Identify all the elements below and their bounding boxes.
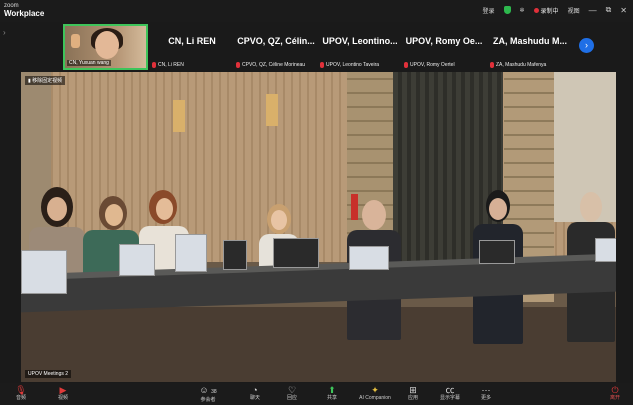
cc-icon: ㏄ bbox=[445, 385, 455, 395]
participant-tile[interactable]: ZA, Mashudu M... ZA, Mashudu Mafenya bbox=[488, 24, 572, 70]
self-name: CN, Yuxuan wang bbox=[67, 60, 111, 66]
zoom-logo: zoom Workplace bbox=[4, 2, 44, 18]
main-video-stage[interactable]: ▮ 移除固定视频 UPOV Meetings 2 bbox=[21, 72, 616, 382]
chat-icon: ◔ bbox=[252, 385, 258, 395]
view-button[interactable]: 视图 bbox=[568, 6, 580, 15]
participants-button[interactable]: ☺ 38 参会者 bbox=[193, 385, 223, 404]
participant-tile[interactable]: CPVO, QZ, Célin... CPVO, QZ, Céline Mori… bbox=[234, 24, 318, 70]
participant-name-row: CPVO, QZ, Céline Morineau bbox=[236, 62, 305, 68]
laptop bbox=[119, 244, 155, 276]
participant-name: UPOV, Leontino Taveira bbox=[326, 62, 380, 68]
mic-off-icon bbox=[404, 62, 408, 68]
sidebar-toggle-icon[interactable]: › bbox=[3, 28, 6, 37]
laptop bbox=[595, 238, 616, 262]
laptop bbox=[273, 238, 319, 268]
unpin-video-label[interactable]: ▮ 移除固定视频 bbox=[25, 76, 66, 85]
meeting-toolbar: 🎙 音频 ▶ 视频 ☺ 38 参会者 ◔ 聊天 ♡ 回应 ⬆ 共享 ✦ AI C… bbox=[0, 383, 633, 405]
participants-label: 参会者 bbox=[200, 397, 216, 403]
ai-companion-label: AI Companion bbox=[359, 395, 391, 401]
raised-hand bbox=[71, 34, 80, 48]
apps-label: 应用 bbox=[407, 395, 418, 401]
chevron-right-icon[interactable]: › bbox=[579, 38, 594, 53]
more-button[interactable]: ⋯ 更多 bbox=[471, 385, 501, 402]
fire-extinguisher bbox=[351, 194, 358, 220]
participant-tile[interactable]: UPOV, Leontino... UPOV, Leontino Taveira bbox=[318, 24, 402, 70]
participant-tile[interactable]: CN, Li REN CN, Li REN bbox=[150, 24, 234, 70]
participant-name: UPOV, Romy Oertel bbox=[410, 62, 455, 68]
audio-label: 音频 bbox=[15, 395, 26, 401]
participant-count: 38 bbox=[211, 389, 217, 395]
apps-icon: ⊞ bbox=[409, 385, 417, 395]
signin-button[interactable]: 登录 bbox=[483, 6, 495, 15]
video-button[interactable]: ▶ 视频 bbox=[48, 385, 78, 402]
mic-off-icon bbox=[490, 62, 494, 68]
audio-button[interactable]: 🎙 音频 bbox=[6, 385, 36, 402]
self-face bbox=[95, 31, 119, 59]
react-label: 回应 bbox=[286, 395, 297, 401]
recording-label: 录制中 bbox=[540, 8, 559, 15]
participant-name: ZA, Mashudu Mafenya bbox=[496, 62, 547, 68]
close-button[interactable]: ✕ bbox=[620, 6, 627, 15]
captions-button[interactable]: ㏄ 显示字幕 bbox=[435, 385, 465, 402]
sparkle-icon: ✦ bbox=[371, 385, 379, 395]
share-label: 共享 bbox=[326, 395, 337, 401]
mic-off-icon bbox=[236, 62, 240, 68]
share-icon: ⬆ bbox=[328, 385, 336, 395]
participant-name-row: UPOV, Romy Oertel bbox=[404, 62, 455, 68]
heart-icon: ♡ bbox=[287, 385, 297, 395]
ai-companion-button[interactable]: ✦ AI Companion bbox=[355, 385, 395, 402]
more-label: 更多 bbox=[480, 395, 491, 401]
mic-off-icon bbox=[320, 62, 324, 68]
participant-display-name: CN, Li REN bbox=[168, 36, 216, 46]
participant-name-row: UPOV, Leontino Taveira bbox=[320, 62, 379, 68]
participant-name: CPVO, QZ, Céline Morineau bbox=[242, 62, 306, 68]
laptop bbox=[175, 234, 207, 272]
leave-button[interactable]: ⏻ 离开 bbox=[600, 385, 630, 402]
people-icon: ☺ 38 bbox=[199, 385, 217, 395]
participant-strip: › CN, Yuxuan wang CN, Li REN CN, Li REN … bbox=[0, 22, 633, 72]
leave-label: 离开 bbox=[609, 395, 620, 401]
minimize-button[interactable]: — bbox=[589, 6, 597, 15]
floor bbox=[21, 307, 616, 382]
mic-off-icon bbox=[152, 62, 156, 68]
participant-display-name: UPOV, Leontino... bbox=[322, 36, 398, 46]
laptop bbox=[349, 246, 389, 270]
share-button[interactable]: ⬆ 共享 bbox=[317, 385, 347, 402]
mic-off-icon: 🎙 bbox=[15, 385, 27, 395]
stage-speaker-name: UPOV Meetings 2 bbox=[25, 370, 72, 378]
participant-name-row: ZA, Mashudu Mafenya bbox=[490, 62, 546, 68]
laptop bbox=[21, 250, 67, 294]
participant-display-name: CPVO, QZ, Célin... bbox=[237, 36, 315, 46]
wall-lamp bbox=[173, 100, 185, 132]
captions-label: 显示字幕 bbox=[439, 395, 460, 401]
participant-display-name: UPOV, Romy Oe... bbox=[405, 36, 483, 46]
shield-icon[interactable] bbox=[503, 6, 511, 14]
leave-icon: ⏻ bbox=[611, 385, 619, 395]
chat-button[interactable]: ◔ 聊天 bbox=[240, 385, 270, 402]
camera-off-icon: ▶ bbox=[59, 385, 67, 395]
apps-button[interactable]: ⊞ 应用 bbox=[398, 385, 428, 402]
participant-name-row: CN, Li REN bbox=[152, 62, 184, 68]
self-view-tile[interactable]: CN, Yuxuan wang bbox=[63, 24, 148, 70]
chat-label: 聊天 bbox=[249, 395, 260, 401]
recording-indicator[interactable]: 录制中 bbox=[533, 6, 559, 15]
title-bar: zoom Workplace 登录 ✲ 录制中 视图 — ⧉ ✕ bbox=[0, 0, 633, 22]
more-icon: ⋯ bbox=[481, 385, 491, 395]
security-icon[interactable]: ✲ bbox=[520, 7, 525, 14]
record-dot-icon bbox=[533, 7, 539, 13]
wall-lamp bbox=[266, 94, 278, 126]
laptop bbox=[479, 240, 515, 264]
restore-button[interactable]: ⧉ bbox=[606, 5, 612, 15]
react-button[interactable]: ♡ 回应 bbox=[277, 385, 307, 402]
laptop bbox=[223, 240, 247, 270]
logo-line-2: Workplace bbox=[4, 9, 45, 18]
participant-tile[interactable]: UPOV, Romy Oe... UPOV, Romy Oertel bbox=[402, 24, 486, 70]
participant-name: CN, Li REN bbox=[158, 62, 184, 68]
participant-display-name: ZA, Mashudu M... bbox=[493, 36, 567, 46]
video-label: 视频 bbox=[57, 395, 68, 401]
